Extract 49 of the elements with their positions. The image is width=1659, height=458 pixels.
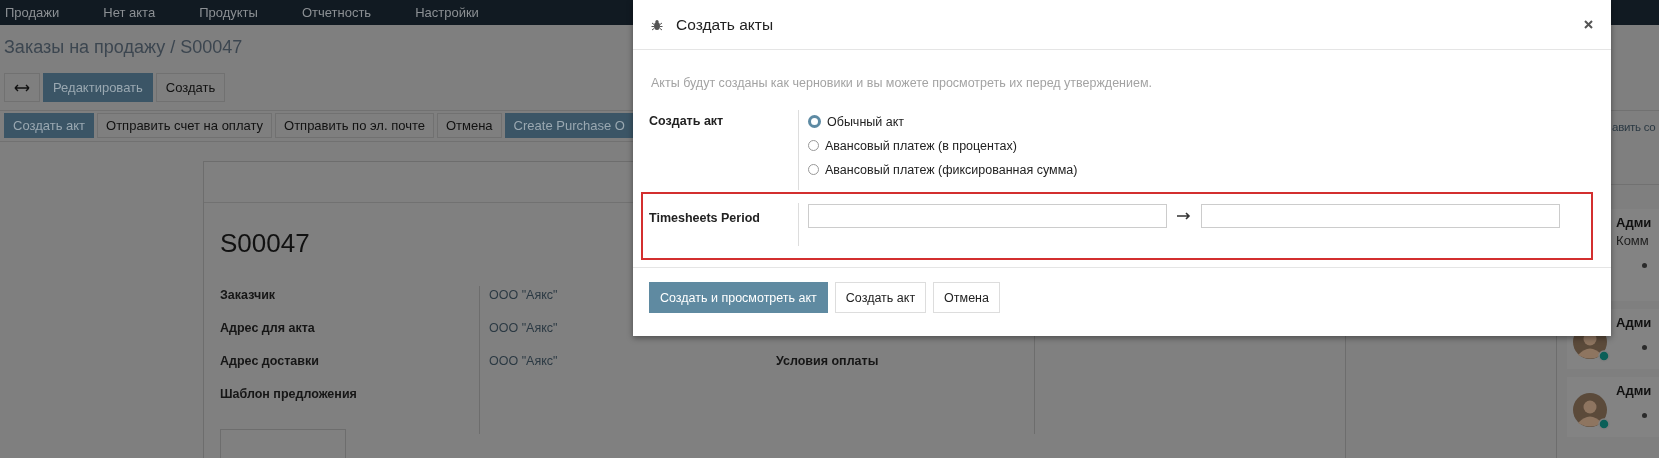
radio-option[interactable]: Авансовый платеж (фиксированная сумма) <box>808 161 1078 178</box>
expand-toggle-button[interactable] <box>4 73 40 102</box>
action-button[interactable]: Отправить счет на оплату <box>97 113 273 138</box>
bullet-icon <box>1642 345 1648 350</box>
field-value[interactable]: ООО "Аякс" <box>489 354 558 387</box>
message-author: Адми <box>1616 315 1652 330</box>
action-button[interactable]: Отмена <box>436 113 502 138</box>
menu-item[interactable]: Настройки <box>415 4 479 21</box>
radio-option[interactable]: Авансовый платеж (в процентах) <box>808 137 1078 154</box>
close-icon <box>1584 20 1593 29</box>
field-label: Timesheets Period <box>649 203 799 246</box>
bullet-icon <box>1642 413 1648 418</box>
start-date-field[interactable] <box>808 204 1167 228</box>
breadcrumb-link[interactable]: Заказы на продажу <box>4 37 166 63</box>
field-label: Шаблон предложения <box>220 387 358 403</box>
field-label: Адрес доставки <box>220 354 320 370</box>
dialog-title: Создать акты <box>676 15 775 34</box>
menu-item[interactable]: Отчетность <box>301 4 372 21</box>
double-arrow-icon <box>14 83 30 92</box>
dialog-button[interactable]: Создать акт <box>834 282 927 313</box>
close-button[interactable] <box>1582 18 1595 31</box>
action-button[interactable]: Create Purchase O <box>504 113 634 138</box>
menu-item[interactable]: Продукты <box>199 4 258 21</box>
bug-icon <box>651 18 663 31</box>
field-value[interactable]: ООО "Аякс" <box>489 288 558 321</box>
radio-option[interactable]: Обычный акт <box>808 113 1078 130</box>
create-button[interactable]: Создать <box>155 73 226 102</box>
message-author: Адми <box>1616 215 1652 230</box>
create-and-view-button[interactable]: Создать и просмотреть акт <box>649 282 828 313</box>
dialog-button[interactable]: Отмена <box>933 282 1000 313</box>
menu-item[interactable]: Продажи <box>5 4 60 21</box>
field-label: Адрес для акта <box>220 321 316 337</box>
record-title: S00047 <box>220 228 311 260</box>
bullet-icon <box>1642 263 1648 268</box>
field-value[interactable]: ООО "Аякс" <box>489 321 558 354</box>
field-label: Заказчик <box>220 288 277 304</box>
field-label: Условия оплаты <box>776 354 880 370</box>
edit-button[interactable]: Редактировать <box>43 73 153 102</box>
right-arrow-icon <box>1177 212 1191 220</box>
send-message-link[interactable]: авить со <box>1612 121 1656 133</box>
action-button[interactable]: Отправить по эл. почте <box>275 113 434 138</box>
menu-item[interactable]: Нет акта <box>103 4 156 21</box>
message-author: Адми <box>1616 383 1652 398</box>
action-button[interactable]: Создать акт <box>4 113 95 138</box>
dialog-description: Акты будут созданы как черновики и вы можете просмотреть их перед утверждением. <box>651 76 1153 90</box>
message-subject: Комм <box>1616 233 1650 248</box>
field-label: Создать акт <box>649 110 799 190</box>
breadcrumb-current: / S00047 <box>170 37 243 59</box>
end-date-field[interactable] <box>1201 204 1560 228</box>
